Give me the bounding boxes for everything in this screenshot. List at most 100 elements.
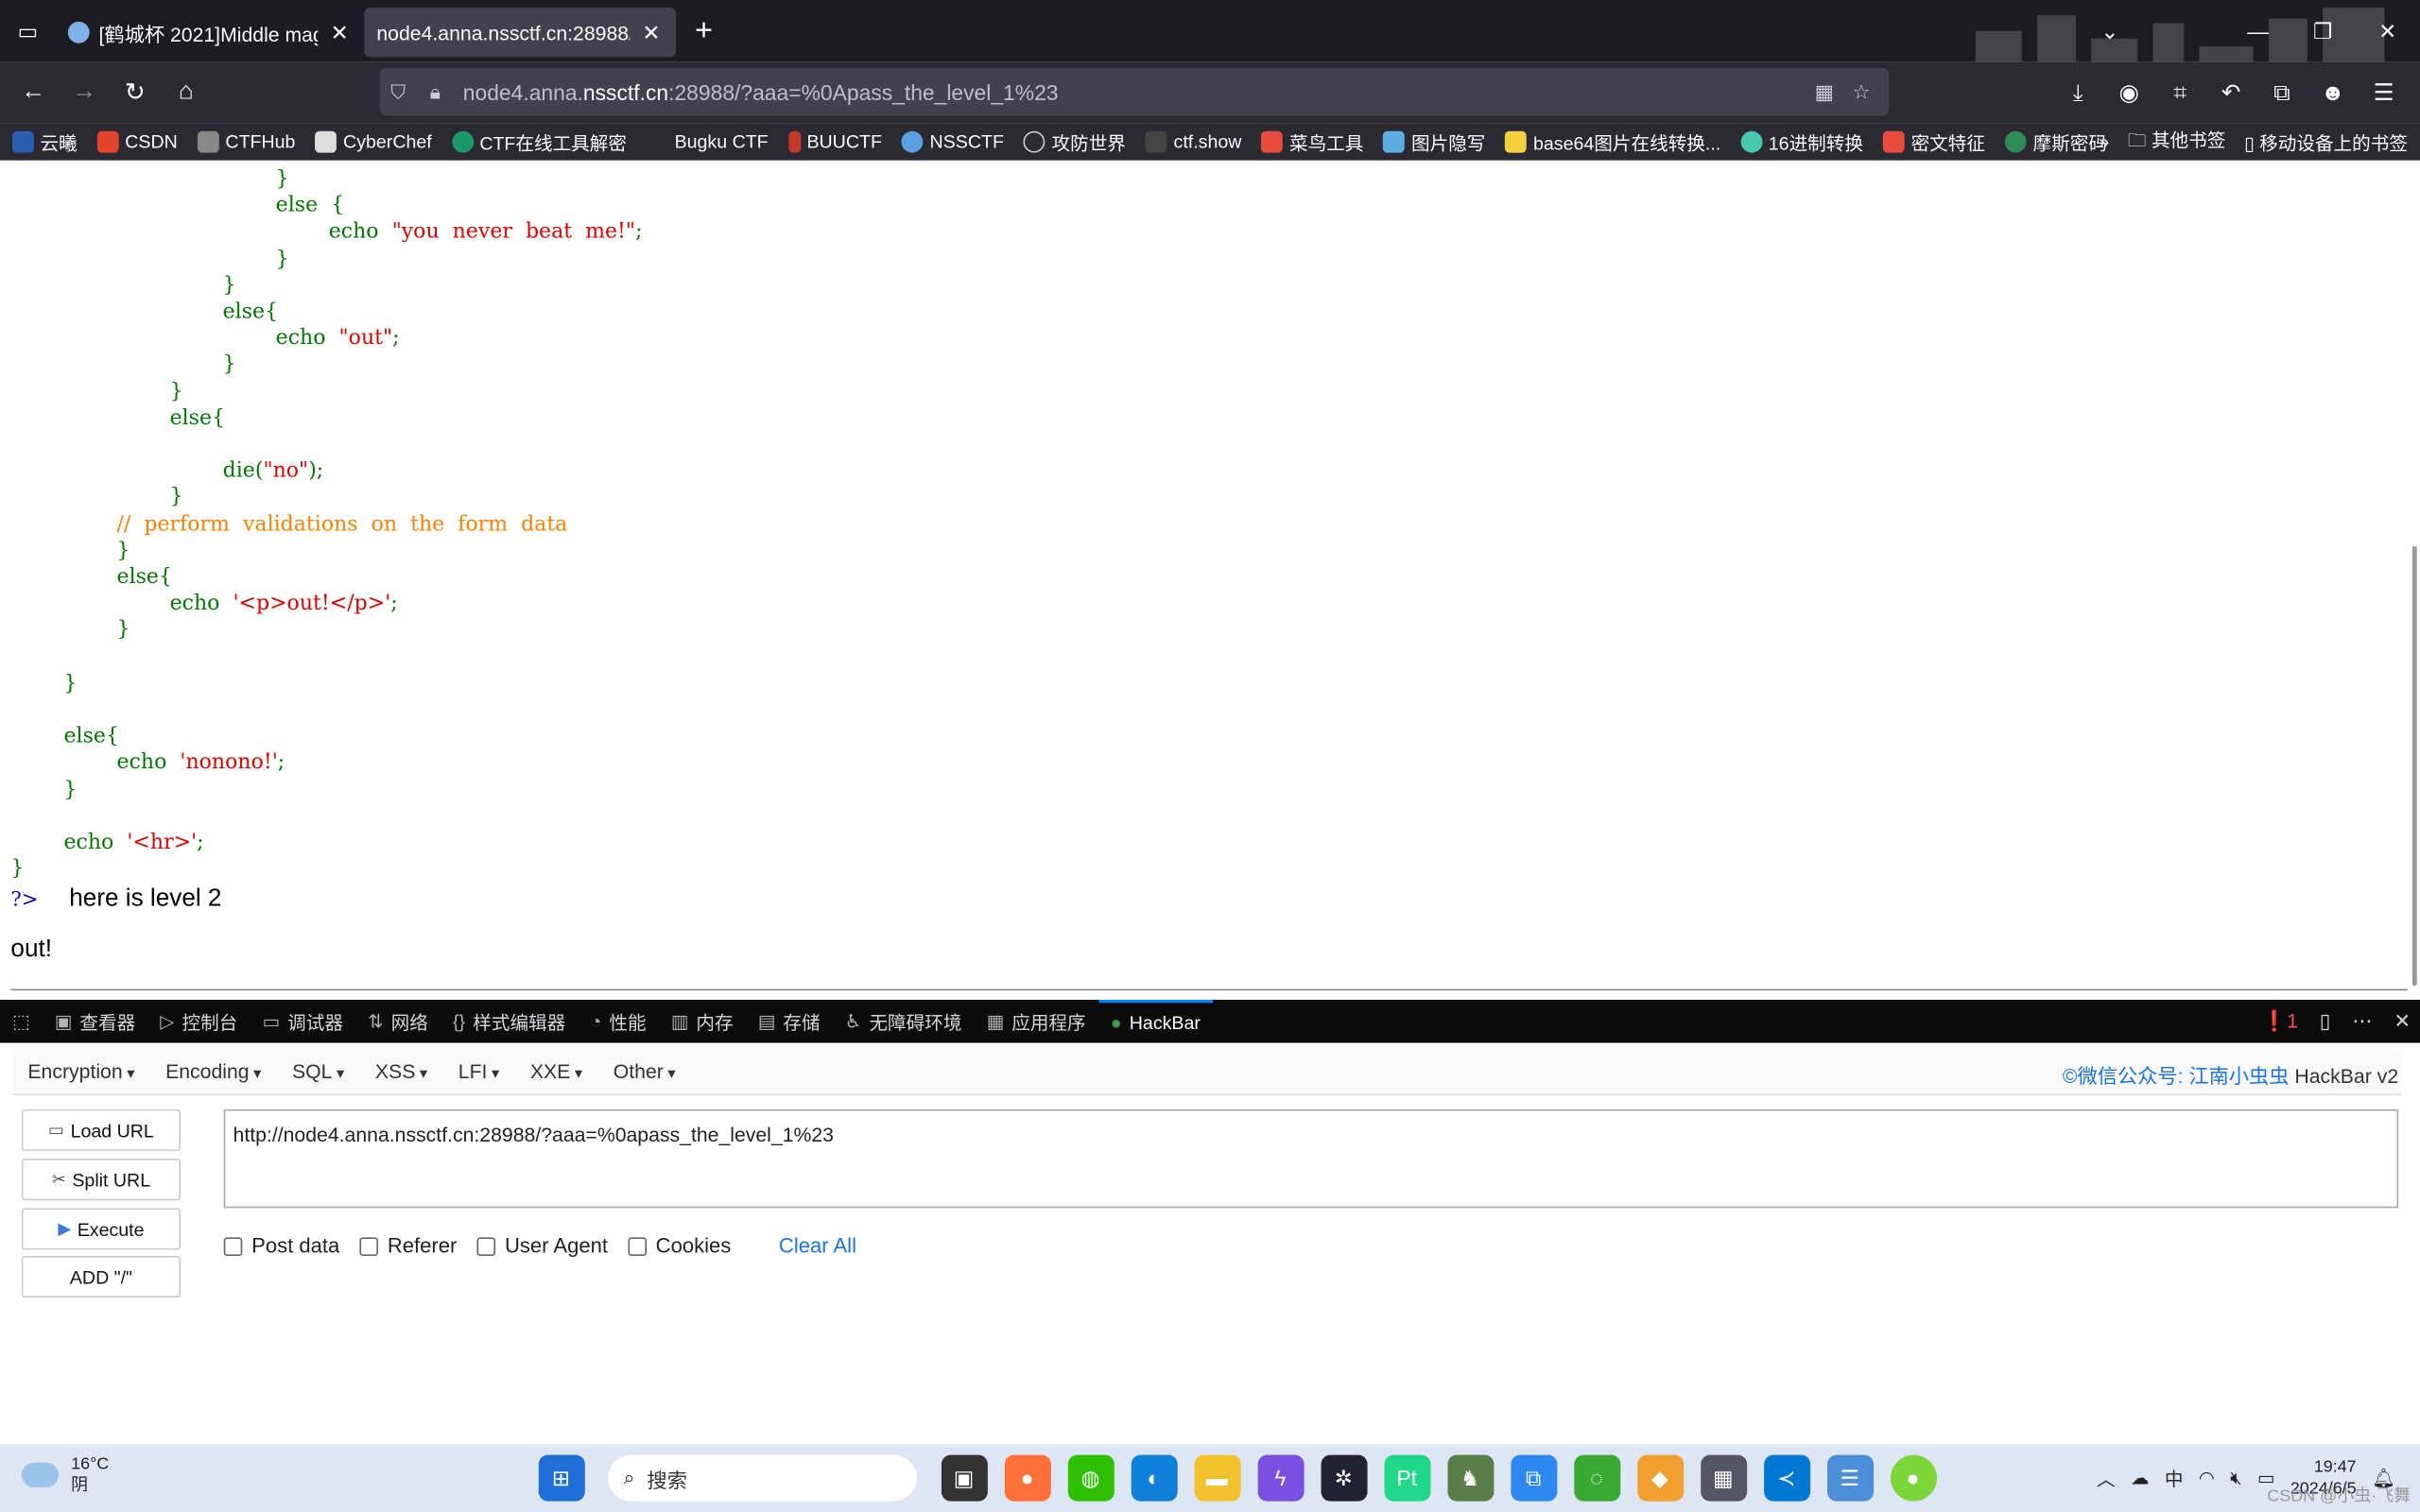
firefox-icon[interactable]: ●	[1004, 1454, 1051, 1502]
close-tab-icon[interactable]: ✕	[639, 19, 664, 45]
hackbar-url-field[interactable]: http://node4.anna.nssctf.cn:28988/?aaa=%…	[223, 1108, 2399, 1209]
bookmark-item[interactable]: NSSCTF	[902, 130, 1004, 153]
other-bookmarks[interactable]: 🗀︎ 其他书签	[2128, 126, 2225, 158]
shield-icon[interactable]: ⛉	[380, 79, 417, 104]
bookmark-item[interactable]: base64图片在线转换...	[1505, 129, 1720, 155]
taskbar-search[interactable]: ⌕ 搜索	[608, 1454, 917, 1502]
close-tab-icon[interactable]: ✕	[327, 19, 352, 45]
bookmark-item[interactable]: CSDN	[96, 130, 178, 153]
bookmark-item[interactable]: CyberChef	[315, 130, 432, 153]
bookmark-item[interactable]: 菜鸟工具	[1261, 129, 1363, 155]
credit-link[interactable]: ©微信公众号: 江南小虫虫	[2063, 1065, 2290, 1088]
mobile-bookmarks[interactable]: ▯ 移动设备上的书签	[2244, 129, 2408, 155]
profile-avatar-icon[interactable]: ☻	[2308, 79, 2359, 106]
close-devtools-icon[interactable]: ✕	[2394, 1009, 2411, 1034]
pycharm-icon[interactable]: Pt	[1383, 1454, 1430, 1502]
crop-icon[interactable]: ⌗	[2154, 79, 2205, 106]
user-agent-checkbox[interactable]: User Agent	[476, 1234, 608, 1258]
tab-console[interactable]: ▷ 控制台	[147, 1000, 250, 1043]
split-url-button[interactable]: ✂ Split URL	[21, 1159, 182, 1201]
tab-inspector[interactable]: ▣ 查看器	[43, 1000, 148, 1043]
chevron-double-right-icon[interactable]: »	[2099, 131, 2109, 153]
tab-storage[interactable]: ▤ 存储	[746, 1000, 833, 1043]
menu-encryption[interactable]: Encryption	[12, 1060, 150, 1083]
bookmark-item[interactable]: 摩斯密码	[2005, 129, 2107, 155]
account-icon[interactable]: ◉	[2103, 78, 2154, 107]
green-app-icon[interactable]: ●	[1890, 1454, 1937, 1502]
bookmark-item[interactable]: ctf.show	[1146, 130, 1241, 153]
file-explorer-icon[interactable]: ▬	[1193, 1454, 1240, 1502]
forward-icon[interactable]: →	[59, 68, 110, 117]
tab-style-editor[interactable]: {} 样式编辑器	[441, 1000, 578, 1043]
menu-xxe[interactable]: XXE	[515, 1060, 598, 1083]
app-bolt-icon[interactable]: ϟ	[1256, 1454, 1304, 1502]
qr-code-icon[interactable]: ▦	[1806, 79, 1842, 104]
bookmark-item[interactable]: 图片隐写	[1383, 129, 1485, 155]
windows-start-icon[interactable]: ⊞	[537, 1454, 584, 1502]
eraser-app-icon[interactable]: ◆	[1636, 1454, 1684, 1502]
download-icon[interactable]: ⤓	[2052, 79, 2103, 106]
execute-button[interactable]: ▶ Execute	[21, 1208, 182, 1250]
extensions-icon[interactable]: ⧉	[2256, 79, 2308, 106]
ime-indicator[interactable]: 中	[2165, 1465, 2184, 1491]
close-window-icon[interactable]: ✕	[2355, 18, 2420, 44]
lock-insecure-icon[interactable]: 🔒︎	[417, 79, 454, 104]
menu-other[interactable]: Other	[597, 1060, 690, 1083]
dock-icon[interactable]: ▯	[2320, 1009, 2331, 1034]
wifi-icon[interactable]: ◠	[2199, 1468, 2215, 1489]
window-app-icon[interactable]: ⧉	[1510, 1454, 1557, 1502]
tab-middle-magic[interactable]: [鹤城杯 2021]Middle magic | N ✕	[56, 8, 365, 57]
tab-network[interactable]: ⇅ 网络	[355, 1000, 441, 1043]
bookmark-item[interactable]: BUUCTF	[787, 130, 882, 153]
menu-encoding[interactable]: Encoding	[150, 1060, 277, 1083]
weather-widget[interactable]: 16°C 阴	[21, 1453, 109, 1497]
page-scrollbar[interactable]	[2411, 545, 2417, 987]
new-tab-icon[interactable]: +	[676, 13, 732, 49]
game-app-icon[interactable]: ♞	[1446, 1454, 1494, 1502]
post-data-checkbox[interactable]: Post data	[223, 1234, 339, 1258]
bookmark-star-icon[interactable]: ☆	[1842, 79, 1879, 104]
bookmark-item[interactable]: 16进制转换	[1740, 129, 1863, 155]
menu-lfi[interactable]: LFI	[442, 1060, 514, 1083]
menu-sql[interactable]: SQL	[277, 1060, 360, 1083]
add-slash-button[interactable]: ADD "/"	[21, 1255, 182, 1298]
more-options-icon[interactable]: ⋯	[2352, 1009, 2372, 1034]
mute-icon[interactable]: 🔇︎	[2230, 1467, 2241, 1489]
notepad-icon[interactable]: ☰	[1826, 1454, 1874, 1502]
menu-icon[interactable]: ☰	[2359, 78, 2410, 107]
edge-icon[interactable]: ◐	[1130, 1454, 1177, 1502]
bookmark-item[interactable]: 云曦	[12, 129, 78, 155]
chevron-down-icon[interactable]: ⌄	[2078, 18, 2143, 44]
back-icon[interactable]: ←	[8, 68, 59, 117]
tab-debugger[interactable]: ▭ 调试器	[250, 1000, 355, 1043]
restore-icon[interactable]: ❐	[2290, 18, 2356, 44]
element-picker-icon[interactable]: ⬚	[0, 1000, 43, 1043]
tab-accessibility[interactable]: ♿︎ 无障碍环境	[833, 1000, 975, 1043]
bookmark-item[interactable]: CTF在线工具解密	[451, 129, 627, 155]
chevron-up-icon[interactable]: ︿	[2097, 1465, 2116, 1491]
referer-checkbox[interactable]: Referer	[359, 1234, 457, 1258]
tab-memory[interactable]: ▥ 内存	[659, 1000, 746, 1043]
tab-list-icon[interactable]: ▭	[0, 0, 56, 61]
gear-app-icon[interactable]: ✲	[1320, 1454, 1367, 1502]
address-bar[interactable]: ⛉ 🔒︎ node4.anna.nssctf.cn:28988/?aaa=%0A…	[379, 67, 1890, 116]
tab-application[interactable]: ▦ 应用程序	[975, 1000, 1098, 1043]
tab-node4[interactable]: node4.anna.nssctf.cn:28988/?aaa ✕	[364, 8, 677, 58]
menu-xss[interactable]: XSS	[360, 1060, 443, 1083]
task-view-icon[interactable]: ▣	[941, 1454, 988, 1502]
wechat-icon[interactable]: ◍	[1066, 1454, 1114, 1502]
bookmark-item[interactable]: CTFHub	[198, 130, 295, 153]
onedrive-icon[interactable]: ☁︎	[2131, 1468, 2150, 1489]
error-count-badge[interactable]: ❗1	[2262, 1009, 2298, 1034]
tab-hackbar[interactable]: ● HackBar	[1098, 999, 1213, 1043]
home-icon[interactable]: ⌂	[161, 68, 212, 117]
load-url-button[interactable]: ▭ Load URL	[21, 1108, 182, 1151]
address-text[interactable]: node4.anna.nssctf.cn:28988/?aaa=%0Apass_…	[454, 79, 1806, 104]
bookmark-item[interactable]: Bugku CTF	[647, 130, 769, 153]
reload-icon[interactable]: ↻	[110, 68, 161, 117]
vscode-icon[interactable]: ≺	[1763, 1454, 1810, 1502]
cookies-checkbox[interactable]: Cookies	[628, 1234, 731, 1258]
tab-performance[interactable]: ◔ 性能	[578, 1000, 658, 1043]
bookmark-item[interactable]: 攻防世界	[1024, 129, 1126, 155]
undo-icon[interactable]: ↶	[2205, 78, 2256, 107]
